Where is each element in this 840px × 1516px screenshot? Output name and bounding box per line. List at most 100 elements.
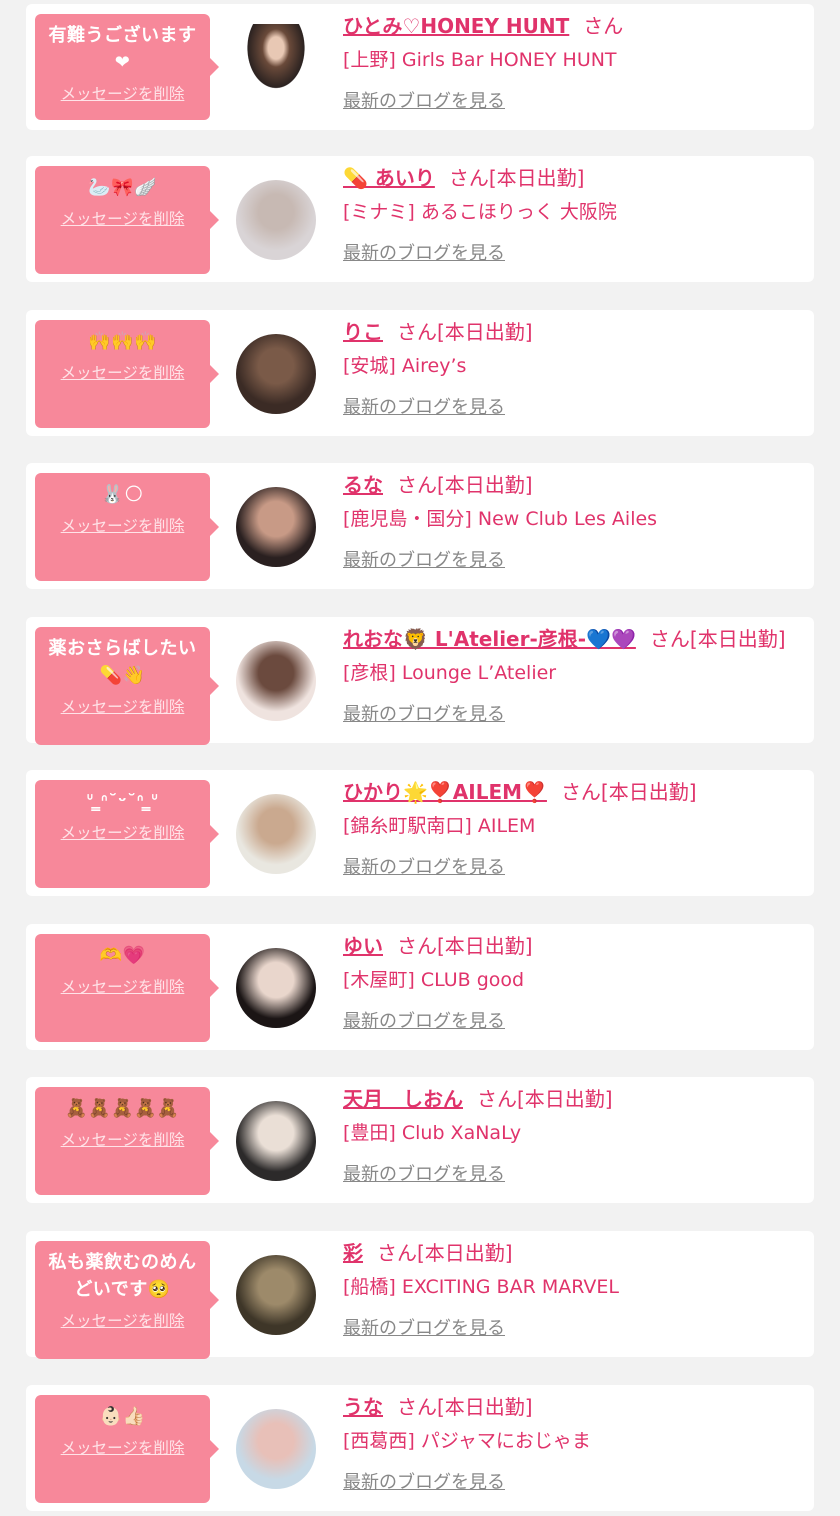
message-card: 有難うございます❤ メッセージを削除 ひとみ♡HONEY HUNT さん [上野] Gi… — [26, 4, 814, 130]
name-line: ひかり🌟❣️AILEM❣️ さん[本日出勤] — [343, 778, 808, 806]
avatar[interactable] — [236, 641, 316, 721]
message-card: 🙌🙌🙌 メッセージを削除 りこ さん[本日出勤] [安城] Airey’s 最新のブログを… — [26, 310, 814, 436]
shop-label: [錦糸町駅南口] AILEM — [343, 815, 536, 837]
message-list: 有難うございます❤ メッセージを削除 ひとみ♡HONEY HUNT さん [上野] Gi… — [0, 0, 840, 1516]
latest-blog-link[interactable]: 最新のブログを見る — [343, 1314, 505, 1340]
cast-name-link[interactable]: ひかり🌟❣️AILEM❣️ — [343, 780, 547, 804]
message-bubble: 私も薬飲むのめんどいです🥺 メッセージを削除 — [35, 1241, 219, 1359]
name-line: れおな🦁 L'Atelier-彦根-💙💜 さん[本日出勤] — [343, 625, 808, 653]
profile-info: るな さん[本日出勤] [鹿児島・国分] New Club Les Ailes 最新の… — [343, 471, 808, 572]
delete-message-link[interactable]: メッセージを削除 — [61, 821, 185, 843]
cast-name-link[interactable]: れおな🦁 L'Atelier-彦根-💙💜 — [343, 627, 636, 651]
latest-blog-link[interactable]: 最新のブログを見る — [343, 393, 505, 419]
delete-message-link[interactable]: メッセージを削除 — [61, 1128, 185, 1150]
latest-blog-link[interactable]: 最新のブログを見る — [343, 87, 505, 113]
shop-label: [ミナミ] あるこほりっく 大阪院 — [343, 201, 617, 223]
message-text: 🐰🌕 — [101, 484, 144, 505]
delete-message-link[interactable]: メッセージを削除 — [61, 975, 185, 997]
cast-name-link[interactable]: るな — [343, 473, 383, 497]
name-line: ゆい さん[本日出勤] — [343, 932, 808, 960]
message-bubble: 🧸🧸🧸🧸🧸 メッセージを削除 — [35, 1087, 219, 1195]
profile-info: れおな🦁 L'Atelier-彦根-💙💜 さん[本日出勤] [彦根] Lounge … — [343, 625, 808, 726]
message-bubble: 有難うございます❤ メッセージを削除 — [35, 14, 219, 120]
message-card: ᐡ ̳ᐢ˘ᵕ˘ᐢ ̳ᐡ メッセージを削除 ひかり🌟❣️AILEM❣️ さん[本日出勤]… — [26, 770, 814, 896]
avatar[interactable] — [236, 948, 316, 1028]
name-line: 天月 しおん さん[本日出勤] — [343, 1085, 808, 1113]
message-text: 👶🏻👍🏻 — [99, 1406, 146, 1427]
shop-label: [安城] Airey’s — [343, 355, 467, 377]
avatar[interactable] — [236, 1255, 316, 1335]
latest-blog-link[interactable]: 最新のブログを見る — [343, 1007, 505, 1033]
avatar[interactable] — [236, 180, 316, 260]
name-suffix: さん[本日出勤] — [377, 1241, 513, 1265]
message-text: 🧸🧸🧸🧸🧸 — [65, 1098, 180, 1119]
latest-blog-link[interactable]: 最新のブログを見る — [343, 700, 505, 726]
latest-blog-link[interactable]: 最新のブログを見る — [343, 239, 505, 265]
message-text: 有難うございます❤ — [48, 25, 197, 73]
delete-message-link[interactable]: メッセージを削除 — [61, 1309, 185, 1331]
avatar[interactable] — [236, 1101, 316, 1181]
message-bubble: ᐡ ̳ᐢ˘ᵕ˘ᐢ ̳ᐡ メッセージを削除 — [35, 780, 219, 888]
profile-info: りこ さん[本日出勤] [安城] Airey’s 最新のブログを見る — [343, 318, 808, 419]
delete-message-link[interactable]: メッセージを削除 — [61, 207, 185, 229]
cast-name-link[interactable]: ひとみ♡HONEY HUNT — [343, 14, 569, 38]
message-card: 🫶💗 メッセージを削除 ゆい さん[本日出勤] [木屋町] CLUB good 最新のブロ… — [26, 924, 814, 1050]
message-text: ᐡ ̳ᐢ˘ᵕ˘ᐢ ̳ᐡ — [86, 791, 159, 812]
latest-blog-link[interactable]: 最新のブログを見る — [343, 853, 505, 879]
name-suffix: さん[本日出勤] — [397, 934, 533, 958]
message-text: 薬おさらばしたい💊👋 — [48, 638, 197, 686]
shop-label: [鹿児島・国分] New Club Les Ailes — [343, 508, 658, 530]
message-card: 🦢🎀🪽 メッセージを削除 💊 あいり さん[本日出勤] [ミナミ] あるこほりっく 大阪… — [26, 156, 814, 282]
shop-label: [彦根] Lounge L’Atelier — [343, 662, 557, 684]
message-bubble: 🙌🙌🙌 メッセージを削除 — [35, 320, 219, 428]
cast-name-link[interactable]: ゆい — [343, 934, 383, 958]
avatar[interactable] — [236, 24, 316, 104]
shop-label: [上野] Girls Bar HONEY HUNT — [343, 49, 617, 71]
name-suffix: さん[本日出勤] — [397, 320, 533, 344]
message-bubble: 🫶💗 メッセージを削除 — [35, 934, 219, 1042]
name-line: ひとみ♡HONEY HUNT さん — [343, 12, 808, 40]
delete-message-link[interactable]: メッセージを削除 — [61, 695, 185, 717]
name-line: うな さん[本日出勤] — [343, 1393, 808, 1421]
delete-message-link[interactable]: メッセージを削除 — [61, 361, 185, 383]
name-suffix: さん[本日出勤] — [397, 473, 533, 497]
shop-label: [豊田] Club XaNaLy — [343, 1122, 522, 1144]
shop-label: [西葛西] パジャマにおじゃま — [343, 1430, 591, 1452]
message-card: 🧸🧸🧸🧸🧸 メッセージを削除 天月 しおん さん[本日出勤] [豊田] Club XaN… — [26, 1077, 814, 1203]
avatar[interactable] — [236, 487, 316, 567]
shop-label: [船橋] EXCITING BAR MARVEL — [343, 1276, 619, 1298]
name-suffix: さん[本日出勤] — [477, 1087, 613, 1111]
profile-info: ひとみ♡HONEY HUNT さん [上野] Girls Bar HONEY HUN… — [343, 12, 808, 113]
cast-name-link[interactable]: 彩 — [343, 1241, 363, 1265]
profile-info: うな さん[本日出勤] [西葛西] パジャマにおじゃま最新のブログを見る — [343, 1393, 808, 1494]
shop-label: [木屋町] CLUB good — [343, 969, 525, 991]
message-bubble: 薬おさらばしたい💊👋 メッセージを削除 — [35, 627, 219, 745]
latest-blog-link[interactable]: 最新のブログを見る — [343, 1468, 505, 1494]
name-suffix: さん[本日出勤] — [397, 1395, 533, 1419]
message-bubble: 👶🏻👍🏻 メッセージを削除 — [35, 1395, 219, 1503]
avatar[interactable] — [236, 1409, 316, 1489]
delete-message-link[interactable]: メッセージを削除 — [61, 82, 185, 104]
cast-name-link[interactable]: うな — [343, 1395, 383, 1419]
message-text: 🦢🎀🪽 — [88, 177, 157, 198]
message-card: 私も薬飲むのめんどいです🥺 メッセージを削除 彩さん[本日出勤] [船橋] EXCIT… — [26, 1231, 814, 1359]
message-bubble: 🦢🎀🪽 メッセージを削除 — [35, 166, 219, 274]
name-suffix: さん — [583, 14, 624, 38]
message-text: 🫶💗 — [99, 945, 146, 966]
message-text: 🙌🙌🙌 — [88, 331, 157, 352]
cast-name-link[interactable]: りこ — [343, 320, 383, 344]
delete-message-link[interactable]: メッセージを削除 — [61, 514, 185, 536]
message-text: 私も薬飲むのめんどいです🥺 — [48, 1252, 197, 1300]
profile-info: 💊 あいり さん[本日出勤] [ミナミ] あるこほりっく 大阪院最新のブログを見る — [343, 164, 808, 265]
profile-info: ひかり🌟❣️AILEM❣️ さん[本日出勤] [錦糸町駅南口] AILEM 最新のブロ… — [343, 778, 808, 879]
avatar[interactable] — [236, 334, 316, 414]
delete-message-link[interactable]: メッセージを削除 — [61, 1436, 185, 1458]
latest-blog-link[interactable]: 最新のブログを見る — [343, 1160, 505, 1186]
name-suffix: さん[本日出勤] — [448, 166, 585, 190]
avatar[interactable] — [236, 794, 316, 874]
name-line: 💊 あいり さん[本日出勤] — [343, 164, 808, 192]
cast-name-link[interactable]: 天月 しおん — [343, 1087, 463, 1111]
name-line: りこ さん[本日出勤] — [343, 318, 808, 346]
cast-name-link[interactable]: 💊 あいり — [343, 166, 435, 190]
latest-blog-link[interactable]: 最新のブログを見る — [343, 546, 505, 572]
